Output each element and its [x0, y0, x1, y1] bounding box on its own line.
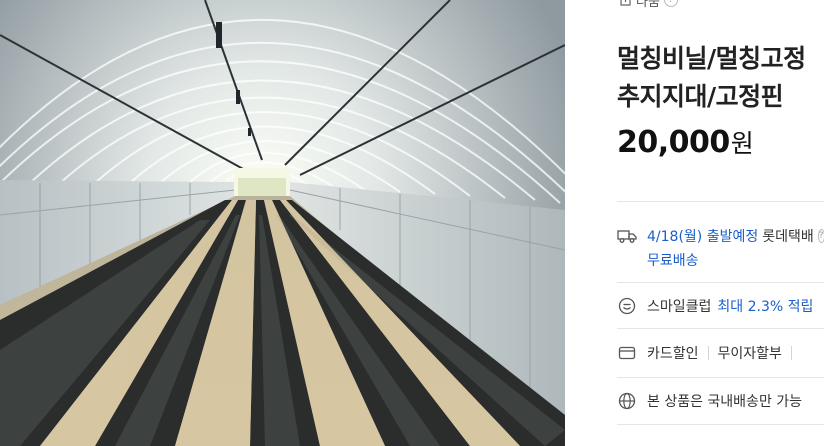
payment-row: 카드할인 무이자할부: [617, 343, 824, 363]
globe-icon: [617, 391, 637, 411]
divider: [617, 424, 824, 425]
product-price: 20,000원: [617, 124, 754, 160]
divider: [617, 201, 824, 202]
installment-link[interactable]: 무이자할부: [718, 343, 782, 363]
delivery-help-icon[interactable]: ?: [817, 229, 824, 243]
separator: [707, 346, 709, 360]
separator: [790, 346, 792, 360]
shipping-notice-text: 본 상품은 국내배송만 가능: [647, 394, 803, 410]
delivery-date: 4/18(월) 출발예정: [647, 229, 759, 245]
share-button[interactable]: 나눔 ?: [619, 0, 678, 10]
share-icon: [619, 0, 632, 7]
divider: [617, 328, 824, 329]
product-title-line-2: 추지지대/고정핀: [617, 82, 784, 111]
product-title-line-1: 멀칭비닐/멀칭고정: [617, 44, 806, 73]
share-label: 나눔: [636, 0, 660, 10]
divider: [617, 377, 824, 378]
truck-icon: [617, 226, 637, 246]
product-title: 멀칭비닐/멀칭고정 추지지대/고정핀: [617, 40, 824, 116]
smile-icon: [617, 296, 637, 316]
free-shipping-label: 무료배송: [647, 253, 699, 269]
card-icon: [617, 343, 637, 363]
price-currency: 원: [730, 129, 754, 158]
product-image[interactable]: [0, 0, 565, 446]
shipping-notice-row: 본 상품은 국내배송만 가능: [617, 391, 824, 411]
smile-club-benefit: 최대 2.3% 적립: [717, 299, 814, 315]
delivery-carrier: 롯데택배: [762, 229, 814, 245]
smile-club-label: 스마일클럽: [647, 299, 712, 315]
help-icon[interactable]: ?: [663, 0, 678, 7]
product-info-panel: 나눔 ? 멀칭비닐/멀칭고정 추지지대/고정핀 20,000원 4/18(월) …: [565, 0, 824, 446]
card-discount-link[interactable]: 카드할인: [647, 343, 699, 363]
price-value: 20,000: [617, 125, 730, 160]
divider: [617, 282, 824, 283]
delivery-row: 4/18(월) 출발예정 롯데택배 ?: [617, 226, 824, 246]
smile-club-row[interactable]: 스마일클럽 최대 2.3% 적립: [617, 296, 824, 316]
